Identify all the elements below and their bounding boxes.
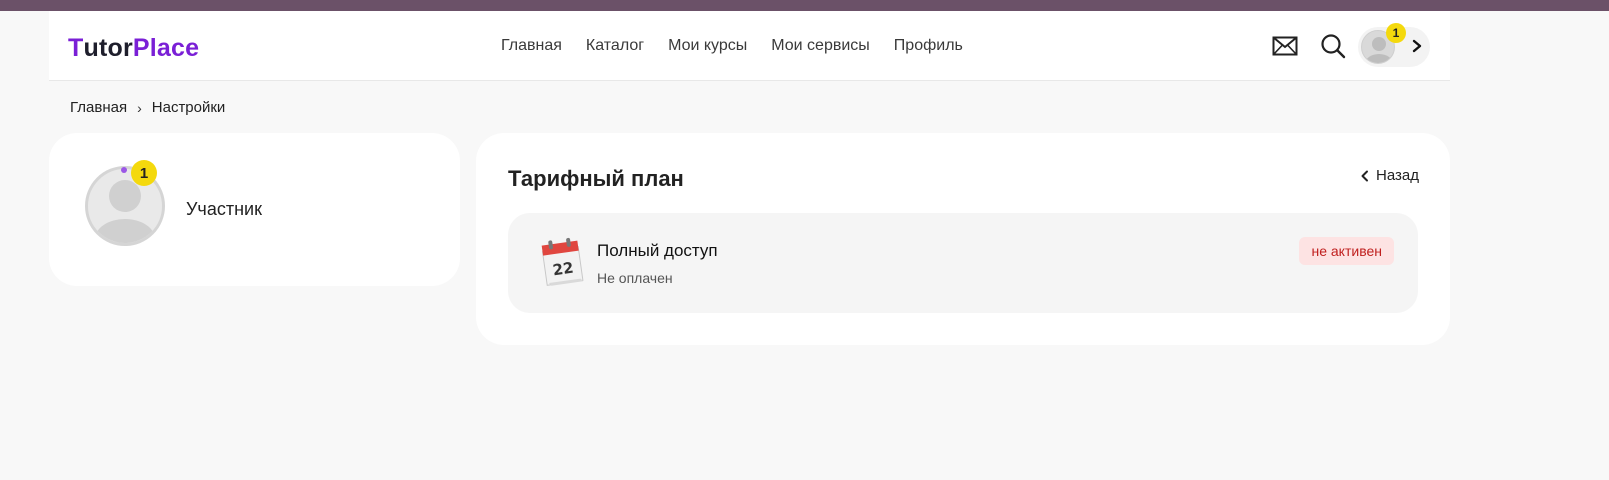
logo-letter-t: T [68,34,84,62]
nav-item-my-courses[interactable]: Мои курсы [668,37,747,55]
breadcrumb-current: Настройки [151,99,226,116]
logo-text-tutor: utor [83,34,133,62]
tutorplace-logo[interactable]: T utor Place [68,31,199,63]
nav-item-profile[interactable]: Профиль [894,37,963,55]
search-icon[interactable] [1319,32,1347,60]
back-button[interactable]: Назад [1360,167,1419,184]
nav-item-home[interactable]: Главная [501,37,562,55]
user-menu-button[interactable]: 1 [1358,23,1430,67]
back-label: Назад [1376,167,1419,184]
page-title: Тарифный план [508,166,684,191]
site-header: T utor Place Главная Каталог Мои курсы М… [49,11,1450,81]
mail-icon[interactable] [1271,32,1299,60]
payment-status: Не оплачен [597,270,673,286]
nav-item-catalog[interactable]: Каталог [586,37,644,55]
top-strip [0,0,1609,11]
profile-avatar-wrap: 1 [85,160,165,246]
profile-card: 1 Участник [49,133,460,286]
status-badge: не активен [1299,237,1394,265]
chevron-right-icon [1412,39,1422,53]
chevron-left-icon [1361,170,1369,181]
main-nav: Главная Каталог Мои курсы Мои сервисы Пр… [501,11,963,81]
calendar-day: 22 [552,259,575,280]
plan-item[interactable]: 22 Полный доступ Не оплачен не активен [508,213,1418,313]
nav-item-my-services[interactable]: Мои сервисы [771,37,870,55]
breadcrumb: Главная › Настройки [70,99,225,116]
tariff-plan-card: Тарифный план Назад 22 Полный доступ Не … [476,133,1450,345]
notification-badge: 1 [1386,23,1406,43]
breadcrumb-separator: › [137,99,142,116]
profile-level-badge: 1 [131,160,157,186]
logo-text-place: Place [132,34,200,62]
calendar-icon: 22 [541,237,584,286]
plan-name: Полный доступ [597,241,718,260]
level-progress-dot [121,167,127,173]
breadcrumb-home[interactable]: Главная [70,99,127,116]
profile-role: Участник [186,199,262,219]
